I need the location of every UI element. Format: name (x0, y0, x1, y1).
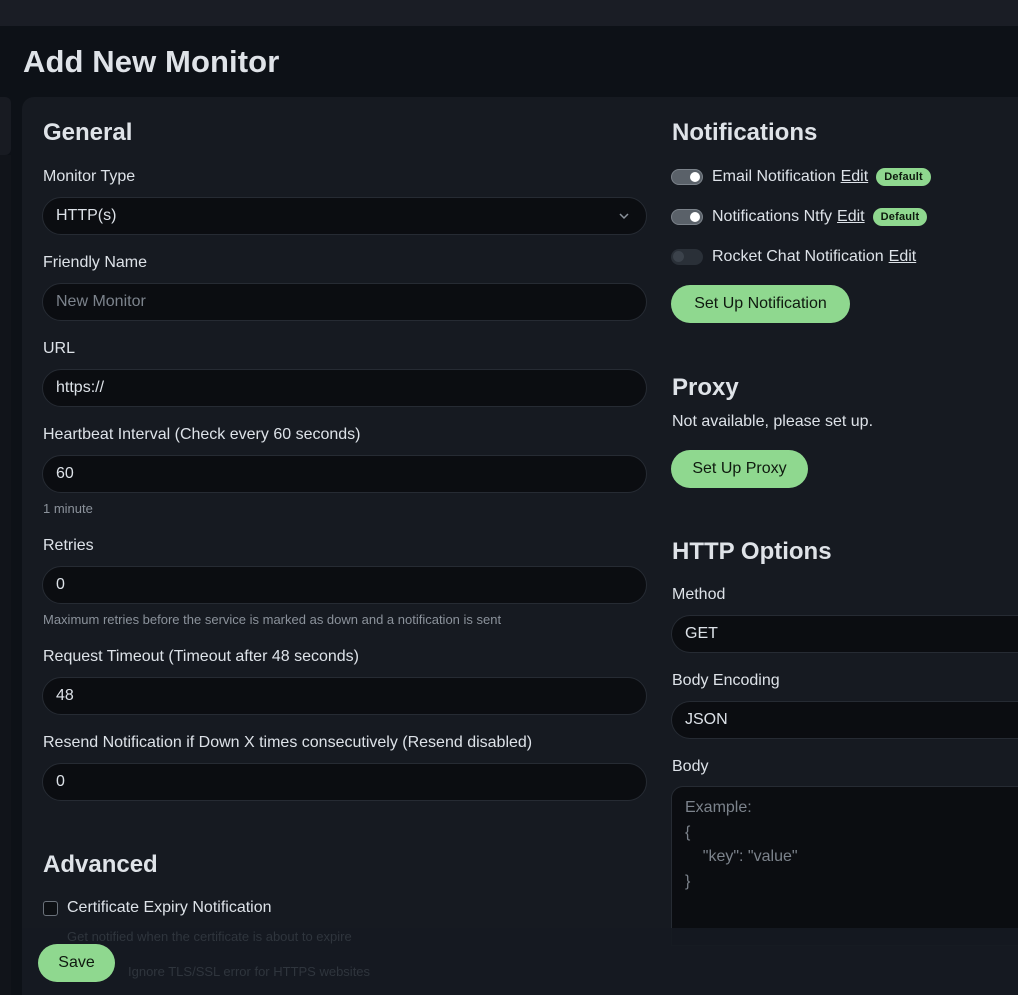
ntfy-notification-toggle[interactable] (671, 209, 703, 225)
ntfy-notification-row: Notifications Ntfy Edit Default (712, 206, 928, 228)
ntfy-notification-edit-link[interactable]: Edit (837, 208, 865, 226)
email-notification-row: Email Notification Edit Default (712, 166, 931, 188)
ntfy-notification-default-badge: Default (872, 208, 928, 226)
url-input[interactable]: https:// (42, 369, 647, 407)
heartbeat-input[interactable]: 60 (42, 455, 647, 493)
friendly-name-input[interactable]: New Monitor (42, 283, 647, 321)
general-section-title: General (43, 119, 133, 146)
http-options-section-title: HTTP Options (672, 538, 832, 565)
retries-input[interactable]: 0 (42, 566, 647, 604)
rocketchat-notification-row: Rocket Chat Notification Edit (712, 246, 916, 268)
page-title: Add New Monitor (23, 44, 280, 79)
sidebar-edge (0, 97, 11, 155)
email-notification-name: Email Notification (712, 168, 836, 185)
monitor-type-select[interactable]: HTTP(s) (42, 197, 647, 235)
monitor-type-label: Monitor Type (43, 168, 136, 185)
body-label: Body (672, 758, 709, 775)
body-encoding-select[interactable]: JSON (671, 701, 1018, 739)
ntfy-notification-name: Notifications Ntfy (712, 208, 833, 225)
notifications-section-title: Notifications (672, 119, 818, 146)
chevron-down-icon (619, 213, 629, 220)
heartbeat-hint: 1 minute (43, 501, 93, 516)
setup-notification-button[interactable]: Set Up Notification (671, 285, 850, 323)
proxy-status-text: Not available, please set up. (672, 413, 874, 430)
monitor-type-value: HTTP(s) (56, 207, 117, 224)
rocketchat-notification-edit-link[interactable]: Edit (889, 248, 917, 266)
save-button[interactable]: Save (38, 944, 115, 982)
retries-hint: Maximum retries before the service is ma… (43, 612, 502, 627)
retries-label: Retries (43, 537, 94, 554)
body-encoding-label: Body Encoding (672, 672, 780, 689)
rocketchat-notification-name: Rocket Chat Notification (712, 248, 884, 265)
cert-expiry-label: Certificate Expiry Notification (67, 899, 272, 916)
heartbeat-label: Heartbeat Interval (Check every 60 secon… (43, 426, 361, 443)
email-notification-default-badge: Default (876, 168, 931, 186)
proxy-section-title: Proxy (672, 374, 739, 401)
cert-expiry-hint-obscured: Get notified when the certificate is abo… (67, 929, 352, 944)
rocketchat-notification-toggle[interactable] (671, 249, 703, 265)
top-bar (0, 0, 1018, 26)
email-notification-toggle[interactable] (671, 169, 703, 185)
cert-expiry-checkbox[interactable] (43, 901, 58, 916)
method-select[interactable]: GET (671, 615, 1018, 653)
timeout-label: Request Timeout (Timeout after 48 second… (43, 648, 359, 665)
url-label: URL (43, 340, 76, 357)
sidebar-edge-lower (0, 155, 11, 995)
ignore-tls-label-obscured: Ignore TLS/SSL error for HTTPS websites (128, 964, 371, 979)
resend-label: Resend Notification if Down X times cons… (43, 734, 533, 751)
advanced-section-title: Advanced (43, 851, 158, 878)
method-label: Method (672, 586, 726, 603)
resend-input[interactable]: 0 (42, 763, 647, 801)
body-textarea[interactable]: Example: { "key": "value" } (671, 786, 1018, 946)
timeout-input[interactable]: 48 (42, 677, 647, 715)
friendly-name-label: Friendly Name (43, 254, 148, 271)
setup-proxy-button[interactable]: Set Up Proxy (671, 450, 808, 488)
email-notification-edit-link[interactable]: Edit (841, 168, 869, 186)
